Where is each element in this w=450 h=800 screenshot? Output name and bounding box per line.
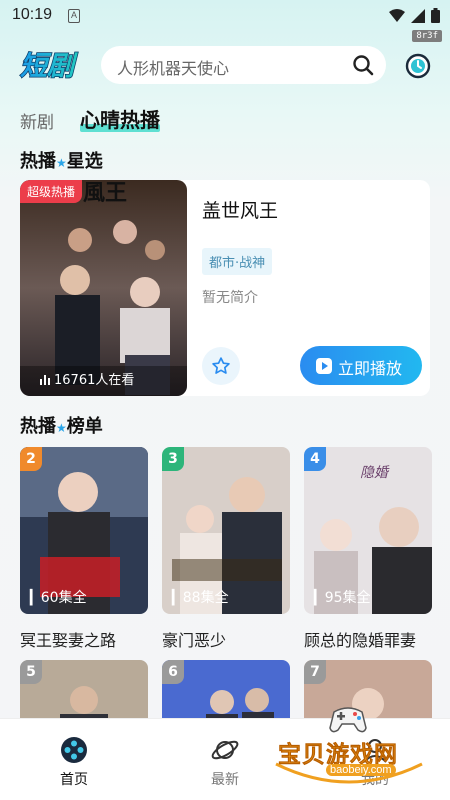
ranking-title-b: 榜单 xyxy=(66,416,103,437)
battery-icon xyxy=(431,8,440,23)
logo-text: 短剧 xyxy=(20,51,78,82)
star-outline-icon xyxy=(212,357,230,374)
search-placeholder: 人形机器天使心 xyxy=(117,59,230,78)
ranking-poster[interactable]: 隐婚 4 ▎95集全 xyxy=(304,447,432,614)
watermark-url: baobeiy.com xyxy=(326,764,396,776)
top-tabs: 新剧 心晴热播 xyxy=(20,103,160,133)
rank-badge: 3 xyxy=(162,447,184,471)
nav-latest-label: 最新 xyxy=(211,772,239,788)
play-icon xyxy=(316,358,332,374)
status-bar: 10:19 A 8r3f xyxy=(0,0,450,42)
rank-badge: 4 xyxy=(304,447,326,471)
rank-badge: 5 xyxy=(20,660,42,684)
notification-a-icon: A xyxy=(68,9,80,23)
ranking-poster[interactable]: 3 ▎88集全 xyxy=(162,447,290,614)
star-icon: ★ xyxy=(56,421,67,435)
nav-home[interactable]: 首页 xyxy=(44,735,104,789)
episode-count: ▎95集全 xyxy=(314,590,371,606)
featured-card[interactable]: 風王 超级热播 16761人在看 盖世风王 都市·战神 暂无简介 立即播放 xyxy=(20,180,430,396)
planet-icon xyxy=(211,740,239,760)
featured-poster-art: 風王 xyxy=(20,180,187,396)
genre-tag: 都市·战神 xyxy=(202,248,273,275)
views-icon xyxy=(40,375,50,385)
tab-hot[interactable]: 心晴热播 xyxy=(80,104,160,133)
rank-badge: 7 xyxy=(304,660,326,684)
search-icon[interactable] xyxy=(352,54,374,76)
svg-text:風王: 風王 xyxy=(83,180,127,206)
featured-title[interactable]: 盖世风王 xyxy=(202,196,278,223)
svg-text:隐婚: 隐婚 xyxy=(360,465,390,481)
nav-home-label: 首页 xyxy=(60,772,88,788)
play-now-label: 立即播放 xyxy=(338,359,403,378)
wifi-icon xyxy=(389,8,405,22)
featured-poster[interactable]: 風王 超级热播 16761人在看 xyxy=(20,180,187,396)
nav-latest[interactable]: 最新 xyxy=(195,735,255,789)
ranking-poster[interactable]: 2 ▎60集全 xyxy=(20,447,148,614)
gamepad-icon xyxy=(329,707,367,733)
watermark: 宝贝游戏网 baobeiy.com xyxy=(270,700,430,795)
header: 短剧 人形机器天使心 xyxy=(0,46,450,86)
debug-badge: 8r3f xyxy=(412,30,442,42)
episode-count: ▎88集全 xyxy=(172,590,229,606)
episode-count: ▎60集全 xyxy=(30,590,87,606)
ranking-title[interactable]: 冥王娶妻之路 xyxy=(20,627,116,651)
rank-badge: 2 xyxy=(20,447,42,471)
tab-new[interactable]: 新剧 xyxy=(20,108,54,133)
signal-icon xyxy=(411,8,425,23)
ranking-section-title: 热播★榜单 xyxy=(20,412,103,438)
film-reel-icon xyxy=(61,737,87,763)
history-icon[interactable] xyxy=(404,52,432,80)
featured-views: 16761人在看 xyxy=(54,373,135,388)
search-input[interactable]: 人形机器天使心 xyxy=(101,46,386,84)
ranking-title[interactable]: 豪门恶少 xyxy=(162,627,226,651)
favorite-button[interactable] xyxy=(202,347,240,385)
featured-title-b: 星选 xyxy=(66,151,103,172)
play-now-button[interactable]: 立即播放 xyxy=(300,346,422,385)
rank-badge: 6 xyxy=(162,660,184,684)
ranking-title[interactable]: 顾总的隐婚罪妻 xyxy=(304,627,416,651)
featured-section-title: 热播★星选 xyxy=(20,147,103,173)
app-logo: 短剧 xyxy=(19,50,78,82)
ranking-title-a: 热播 xyxy=(20,416,56,437)
featured-description: 暂无简介 xyxy=(202,290,258,306)
status-time: 10:19 xyxy=(12,6,53,23)
star-icon: ★ xyxy=(56,156,67,170)
featured-title-a: 热播 xyxy=(20,151,56,172)
super-hot-tag: 超级热播 xyxy=(20,180,83,203)
status-icons xyxy=(389,8,440,23)
